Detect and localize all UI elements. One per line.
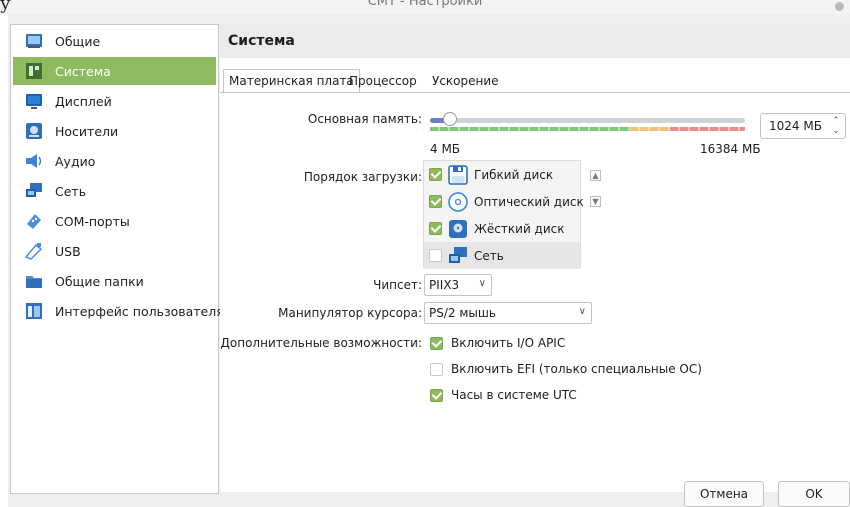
boot-device-label: Гибкий диск [474, 167, 554, 182]
feature-efi[interactable]: Включить EFI (только специальные ОС) [430, 362, 702, 376]
window-titlebar: у СМТ - Настройки [0, 0, 850, 14]
sidebar-item-label: COM-порты [55, 213, 130, 229]
boot-device-label: Оптический диск [474, 194, 584, 209]
memory-warn-zone [630, 127, 670, 131]
move-down-button[interactable]: ▼ [590, 196, 601, 207]
list-item[interactable]: Жёсткий диск [424, 215, 580, 242]
chipset-label-text: Чипсет: [373, 278, 422, 292]
user-interface-icon [26, 303, 42, 319]
optical-disc-icon [448, 191, 468, 212]
move-up-button[interactable]: ▲ [590, 170, 601, 181]
memory-danger-zone [670, 127, 745, 131]
feature-ioapic[interactable]: Включить I/O APIC [430, 336, 565, 350]
memory-label: Основная память: [307, 112, 422, 126]
sidebar-item-label: Сеть [55, 183, 87, 199]
chevron-down-icon: ∨ [578, 306, 586, 317]
checkbox-hard-disk[interactable] [429, 222, 442, 235]
memory-slider-handle[interactable] [442, 112, 457, 126]
checkbox-efi[interactable] [430, 362, 443, 376]
sidebar-item-network[interactable]: Сеть [13, 177, 216, 205]
list-item[interactable]: Гибкий диск [424, 161, 580, 188]
sidebar-item-user-interface[interactable]: Интерфейс пользователя [13, 297, 224, 325]
chevron-down-icon: ∨ [478, 278, 486, 289]
sidebar-item-usb[interactable]: USB [13, 237, 216, 265]
sidebar: Общие Система Дисплей Носители Аудио Сет… [10, 24, 224, 494]
checkbox-utc[interactable] [430, 388, 443, 402]
memory-min-label: 4 МБ [430, 142, 461, 156]
feature-label: Часы в системе UTC [451, 388, 577, 402]
spin-down-icon[interactable]: ⌄ [831, 126, 841, 136]
feature-label: Включить EFI (только специальные ОС) [451, 362, 702, 376]
serial-port-icon [27, 214, 41, 229]
sidebar-item-storage[interactable]: Носители [13, 117, 216, 145]
sidebar-item-label: Общие папки [55, 273, 144, 289]
settings-window: Общие Система Дисплей Носители Аудио Сет… [8, 14, 850, 507]
tab-motherboard[interactable]: Материнская плата [223, 69, 360, 93]
chipset-label: Чипсет: [373, 278, 422, 292]
sidebar-item-label: Дисплей [55, 93, 112, 109]
chipset-select[interactable]: PIIX3 ∨ [424, 274, 492, 296]
boot-order-label: Порядок загрузки: [303, 170, 422, 184]
hard-disk-icon [449, 219, 467, 238]
folder-icon [26, 276, 42, 288]
sidebar-item-general[interactable]: Общие [13, 27, 216, 55]
audio-icon [26, 154, 42, 168]
sidebar-item-label: Система [55, 63, 111, 79]
boot-order-list: Гибкий диск Оптический диск Жёсткий диск [423, 160, 584, 269]
tab-acceleration[interactable]: Ускорение [427, 70, 504, 92]
checkbox-network[interactable] [429, 249, 442, 262]
window-title: СМТ - Настройки [367, 0, 483, 9]
motherboard-icon [26, 63, 42, 79]
memory-safe-zone [430, 127, 630, 131]
tab-processor[interactable]: Процессор [344, 70, 422, 92]
pointing-device-label: Манипулятор курсора: [278, 306, 422, 320]
memory-slider-track[interactable] [430, 118, 745, 123]
list-item[interactable]: Сеть [424, 242, 580, 269]
sidebar-item-display[interactable]: Дисплей [13, 87, 216, 115]
cancel-button[interactable]: Отмена [684, 481, 764, 507]
boot-device-label: Жёсткий диск [474, 221, 565, 236]
sidebar-item-audio[interactable]: Аудио [13, 147, 216, 175]
sidebar-item-label: Общие [55, 33, 101, 49]
memory-value: 1024 МБ [769, 119, 822, 133]
chipset-value: PIIX3 [429, 278, 460, 292]
sidebar-item-label: Интерфейс пользователя [55, 303, 224, 319]
checkbox-ioapic[interactable] [430, 336, 443, 350]
pointing-device-select[interactable]: PS/2 мышь ∨ [424, 302, 592, 324]
feature-label: Включить I/O APIC [451, 336, 566, 350]
memory-spinbox[interactable]: 1024 МБ ⌃ ⌄ [760, 113, 846, 139]
sidebar-item-label: Носители [55, 123, 119, 139]
feature-utc[interactable]: Часы в системе UTC [430, 388, 577, 402]
page-title: Система [220, 24, 850, 58]
usb-icon [25, 243, 43, 260]
display-icon [26, 94, 42, 109]
settings-content: Система Материнская плата Процессор Уско… [220, 24, 850, 492]
boot-device-label: Сеть [474, 248, 504, 263]
floppy-icon [448, 164, 468, 185]
ok-button[interactable]: OK [778, 481, 850, 507]
checkbox-optical[interactable] [429, 195, 442, 208]
sidebar-item-system[interactable]: Система [13, 57, 216, 85]
extended-features-label: Дополнительные возможности: [220, 336, 422, 350]
sidebar-item-label: USB [55, 243, 81, 259]
network-icon [26, 183, 42, 197]
storage-icon [26, 123, 42, 139]
memory-max-label: 16384 МБ [700, 142, 761, 156]
sidebar-item-com-ports[interactable]: COM-порты [13, 207, 216, 235]
sidebar-item-shared-folders[interactable]: Общие папки [13, 267, 216, 295]
checkbox-floppy[interactable] [429, 168, 442, 181]
network-icon [449, 246, 467, 263]
list-item[interactable]: Оптический диск [424, 188, 584, 215]
general-icon [26, 34, 42, 48]
window-close-icon[interactable] [835, 2, 844, 11]
spin-up-icon[interactable]: ⌃ [831, 116, 841, 126]
pointing-device-value: PS/2 мышь [429, 306, 496, 320]
sidebar-item-label: Аудио [55, 153, 96, 169]
